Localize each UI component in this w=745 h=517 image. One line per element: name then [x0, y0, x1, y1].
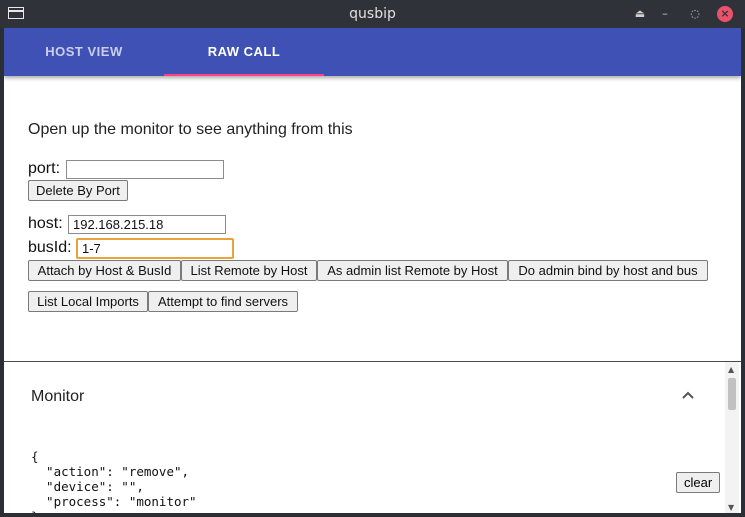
port-input[interactable] [66, 160, 224, 179]
app-window: HOST VIEW RAW CALL Open up the monitor t… [4, 28, 741, 513]
chevron-up-icon[interactable] [679, 386, 697, 404]
delete-by-port-button[interactable]: Delete By Port [28, 180, 128, 201]
busid-input[interactable] [76, 238, 234, 259]
scroll-up-icon[interactable]: ▲ [728, 365, 734, 374]
host-label: host: [28, 215, 63, 232]
tab-raw-call[interactable]: RAW CALL [164, 28, 324, 76]
monitor-panel: Monitor { "action": "remove", "device": … [4, 361, 741, 513]
port-label: port: [28, 160, 61, 177]
eject-icon[interactable]: ⏏ [631, 5, 649, 23]
monitor-scrollbar[interactable]: ▲ ▼ [725, 362, 739, 513]
scroll-down-icon[interactable]: ▼ [728, 503, 734, 512]
minimize-icon[interactable]: – [656, 5, 674, 23]
scroll-thumb[interactable] [728, 378, 736, 410]
active-tab-indicator [164, 74, 324, 76]
tab-host-view[interactable]: HOST VIEW [4, 28, 164, 76]
tab-bar: HOST VIEW RAW CALL [4, 28, 741, 76]
restore-icon[interactable]: ◌ [686, 5, 704, 23]
clear-button[interactable]: clear [676, 472, 721, 493]
busid-label: busId: [28, 239, 72, 256]
list-remote-by-host-button[interactable]: List Remote by Host [181, 260, 317, 281]
close-icon[interactable]: × [717, 6, 733, 22]
list-local-imports-button[interactable]: List Local Imports [28, 291, 148, 312]
title-bar: qusbip ⏏ – ◌ × [0, 0, 745, 28]
attach-by-host-busid-button[interactable]: Attach by Host & BusId [28, 260, 181, 281]
monitor-log: { "action": "remove", "device": "", "pro… [31, 449, 197, 513]
monitor-title: Monitor [31, 388, 85, 405]
intro-text: Open up the monitor to see anything from… [28, 121, 353, 138]
tab-label: HOST VIEW [45, 44, 123, 59]
admin-bind-button[interactable]: Do admin bind by host and bus [508, 260, 708, 281]
host-input[interactable] [68, 215, 226, 234]
admin-list-remote-button[interactable]: As admin list Remote by Host [317, 260, 508, 281]
find-servers-button[interactable]: Attempt to find servers [148, 291, 298, 312]
tab-label: RAW CALL [207, 44, 281, 59]
